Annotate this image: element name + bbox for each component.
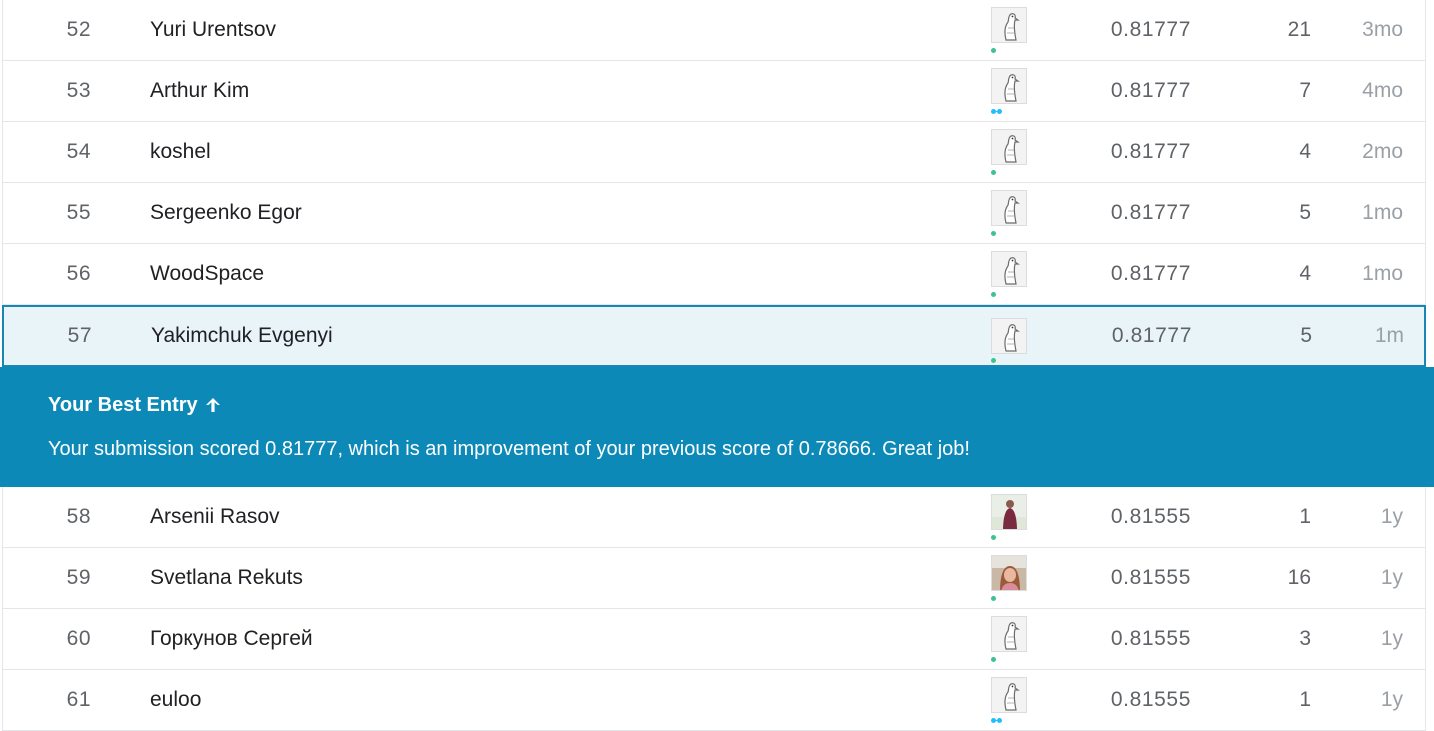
leaderboard-row[interactable]: 61 euloo 0.81555 1 1y xyxy=(2,670,1426,731)
tier-badge-icon xyxy=(997,718,1002,723)
default-goose-avatar-icon xyxy=(991,68,1027,104)
leaderboard-row[interactable]: 60 Горкунов Сергей 0.81555 3 1y xyxy=(2,609,1426,670)
leaderboard: 52 Yuri Urentsov 0.81777 21 3mo 53 Arthu… xyxy=(0,0,1434,731)
rank-cell: 57 xyxy=(67,324,92,347)
rank-cell: 56 xyxy=(66,262,91,285)
entries-cell: 4 xyxy=(1299,140,1311,163)
last-submission-cell: 2mo xyxy=(1362,140,1403,163)
leaderboard-row[interactable]: 56 WoodSpace 0.81777 4 1mo xyxy=(2,244,1426,305)
last-submission-cell: 1y xyxy=(1380,566,1403,589)
photo-avatar-person-maroon-icon xyxy=(991,494,1027,530)
last-submission-cell: 3mo xyxy=(1362,18,1403,41)
default-goose-avatar-icon xyxy=(991,7,1027,43)
team-name-link[interactable]: Svetlana Rekuts xyxy=(150,548,303,608)
rank-cell: 61 xyxy=(66,688,91,711)
team-name-link[interactable]: euloo xyxy=(150,670,201,730)
entries-cell: 3 xyxy=(1299,627,1311,650)
tier-badge-icon xyxy=(991,657,996,662)
score-cell: 0.81777 xyxy=(1111,324,1192,347)
entries-cell: 5 xyxy=(1299,201,1311,224)
banner-message: Your submission scored 0.81777, which is… xyxy=(48,438,970,460)
tier-badge-icon xyxy=(991,170,996,175)
score-cell: 0.81555 xyxy=(1110,627,1191,650)
rank-cell: 55 xyxy=(66,201,91,224)
team-name-link[interactable]: WoodSpace xyxy=(150,244,264,304)
tier-badge-icon xyxy=(991,231,996,236)
last-submission-cell: 1mo xyxy=(1362,262,1403,285)
score-cell: 0.81555 xyxy=(1110,566,1191,589)
avatar[interactable] xyxy=(989,183,1029,243)
team-name-link[interactable]: Sergeenko Egor xyxy=(150,183,302,243)
team-name-link[interactable]: Yakimchuk Evgenyi xyxy=(151,307,333,365)
score-cell: 0.81777 xyxy=(1110,140,1191,163)
tier-badge-icon xyxy=(991,596,996,601)
tier-badge-icon xyxy=(991,535,996,540)
last-submission-cell: 1y xyxy=(1380,505,1403,528)
avatar[interactable] xyxy=(989,122,1029,182)
entries-cell: 1 xyxy=(1299,505,1311,528)
entries-cell: 21 xyxy=(1287,18,1311,41)
entries-cell: 4 xyxy=(1299,262,1311,285)
team-name-link[interactable]: koshel xyxy=(150,122,211,182)
score-cell: 0.81555 xyxy=(1110,505,1191,528)
avatar[interactable] xyxy=(989,307,1029,365)
last-submission-cell: 4mo xyxy=(1362,79,1403,102)
avatar[interactable] xyxy=(989,548,1029,608)
score-cell: 0.81555 xyxy=(1110,688,1191,711)
team-name-link[interactable]: Arsenii Rasov xyxy=(150,487,280,547)
tier-badge-icon xyxy=(991,358,996,363)
rank-cell: 60 xyxy=(66,627,91,650)
avatar[interactable] xyxy=(989,487,1029,547)
leaderboard-row[interactable]: 58 Arsenii Rasov 0.81555 1 1y xyxy=(2,487,1426,548)
leaderboard-row[interactable]: 59 Svetlana Rekuts 0.81555 16 1y xyxy=(2,548,1426,609)
team-name-link[interactable]: Arthur Kim xyxy=(150,61,249,121)
avatar[interactable] xyxy=(989,670,1029,730)
leaderboard-row[interactable]: 55 Sergeenko Egor 0.81777 5 1mo xyxy=(2,183,1426,244)
last-submission-cell: 1m xyxy=(1374,324,1404,347)
entries-cell: 5 xyxy=(1300,324,1312,347)
last-submission-cell: 1mo xyxy=(1362,201,1403,224)
default-goose-avatar-icon xyxy=(991,129,1027,165)
leaderboard-row[interactable]: 54 koshel 0.81777 4 2mo xyxy=(2,122,1426,183)
score-cell: 0.81777 xyxy=(1110,262,1191,285)
leaderboard-row[interactable]: 52 Yuri Urentsov 0.81777 21 3mo xyxy=(2,0,1426,61)
rank-cell: 53 xyxy=(66,79,91,102)
default-goose-avatar-icon xyxy=(991,677,1027,713)
arrow-up-icon xyxy=(204,396,222,414)
default-goose-avatar-icon xyxy=(991,190,1027,226)
entries-cell: 1 xyxy=(1299,688,1311,711)
rank-cell: 59 xyxy=(66,566,91,589)
score-cell: 0.81777 xyxy=(1110,18,1191,41)
last-submission-cell: 1y xyxy=(1380,688,1403,711)
tier-badge-icon xyxy=(991,48,996,53)
avatar[interactable] xyxy=(989,0,1029,60)
avatar[interactable] xyxy=(989,244,1029,304)
score-cell: 0.81777 xyxy=(1110,79,1191,102)
team-name-link[interactable]: Yuri Urentsov xyxy=(150,0,276,60)
last-submission-cell: 1y xyxy=(1380,627,1403,650)
rank-cell: 54 xyxy=(66,140,91,163)
entries-cell: 7 xyxy=(1299,79,1311,102)
default-goose-avatar-icon xyxy=(991,616,1027,652)
leaderboard-row-current-user[interactable]: 57 Yakimchuk Evgenyi 0.81777 5 1m xyxy=(2,305,1426,367)
tier-badge-icon xyxy=(991,292,996,297)
banner-title: Your Best Entry xyxy=(48,393,222,417)
score-cell: 0.81777 xyxy=(1110,201,1191,224)
team-name-link[interactable]: Горкунов Сергей xyxy=(150,609,313,669)
default-goose-avatar-icon xyxy=(991,251,1027,287)
photo-avatar-woman-icon xyxy=(991,555,1027,591)
avatar[interactable] xyxy=(989,609,1029,669)
rank-cell: 58 xyxy=(66,505,91,528)
best-entry-banner: Your Best Entry Your submission scored 0… xyxy=(0,367,1434,487)
avatar[interactable] xyxy=(989,61,1029,121)
rank-cell: 52 xyxy=(66,18,91,41)
leaderboard-row[interactable]: 53 Arthur Kim 0.81777 7 4mo xyxy=(2,61,1426,122)
default-goose-avatar-icon xyxy=(991,318,1027,354)
entries-cell: 16 xyxy=(1287,566,1311,589)
banner-title-text: Your Best Entry xyxy=(48,394,198,416)
tier-badge-icon xyxy=(997,109,1002,114)
